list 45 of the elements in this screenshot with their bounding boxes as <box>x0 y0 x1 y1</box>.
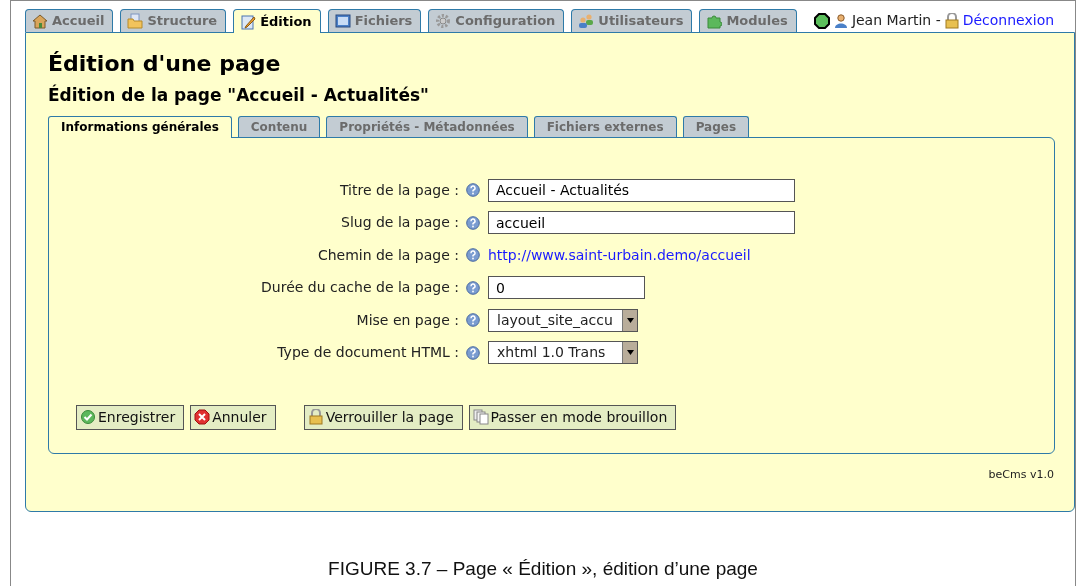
help-icon[interactable] <box>466 313 480 328</box>
padlock-icon <box>307 409 324 426</box>
button[interactable]: Enregistrer <box>76 404 185 430</box>
text-field[interactable]: accueil <box>488 211 795 235</box>
button[interactable]: Annuler <box>190 404 276 430</box>
button[interactable]: Verrouiller la page <box>303 404 463 430</box>
dropdown[interactable]: layout_site_accu <box>488 308 638 332</box>
help-icon[interactable] <box>466 280 480 295</box>
house-icon <box>32 13 48 29</box>
padlock-icon <box>943 12 960 29</box>
field-label: Chemin de la page : <box>316 245 459 265</box>
dropdown[interactable]: xhtml 1.0 Trans <box>488 341 638 365</box>
pages-icon <box>472 409 489 426</box>
window-icon <box>334 13 351 29</box>
help-icon[interactable] <box>466 215 480 230</box>
user-icon <box>832 12 849 29</box>
caret-icon <box>626 350 634 356</box>
page-subtitle: Édition de la page "Accueil - Actualités" <box>48 85 430 106</box>
caret-icon <box>626 317 634 323</box>
check-icon <box>80 409 96 426</box>
field-label: Slug de la page : <box>340 213 459 233</box>
users-icon <box>578 13 595 29</box>
gear-icon <box>435 13 452 29</box>
text-field[interactable]: 0 <box>488 276 645 300</box>
cancel-icon <box>194 409 211 426</box>
help-icon[interactable] <box>466 183 480 198</box>
page-title: Édition d'une page <box>48 51 282 78</box>
text-field[interactable]: Accueil - Actualités <box>488 178 795 202</box>
page-url-link[interactable]: http://www.saint-urbain.demo/accueil <box>488 244 751 266</box>
tab[interactable]: Édition <box>233 9 321 33</box>
field-label: Mise en page : <box>355 310 459 330</box>
tab[interactable]: Informations générales <box>48 115 232 138</box>
figure-caption: FIGURE 3.7 – Page « Édition », édition d’une page <box>327 557 759 581</box>
status-icon <box>813 12 830 29</box>
folder-icon <box>127 13 144 29</box>
help-icon[interactable] <box>466 345 480 360</box>
logout-link[interactable]: Déconnexion <box>962 10 1055 31</box>
user-name: Jean Martin - <box>851 11 941 30</box>
field-label: Durée du cache de la page : <box>260 278 459 298</box>
pencil-icon <box>240 13 257 30</box>
field-label: Type de document HTML : <box>276 343 459 363</box>
help-icon[interactable] <box>466 248 480 263</box>
version-text: beCms v1.0 <box>988 466 1054 483</box>
field-label: Titre de la page : <box>339 180 459 200</box>
button[interactable]: Passer en mode brouillon <box>468 404 677 430</box>
